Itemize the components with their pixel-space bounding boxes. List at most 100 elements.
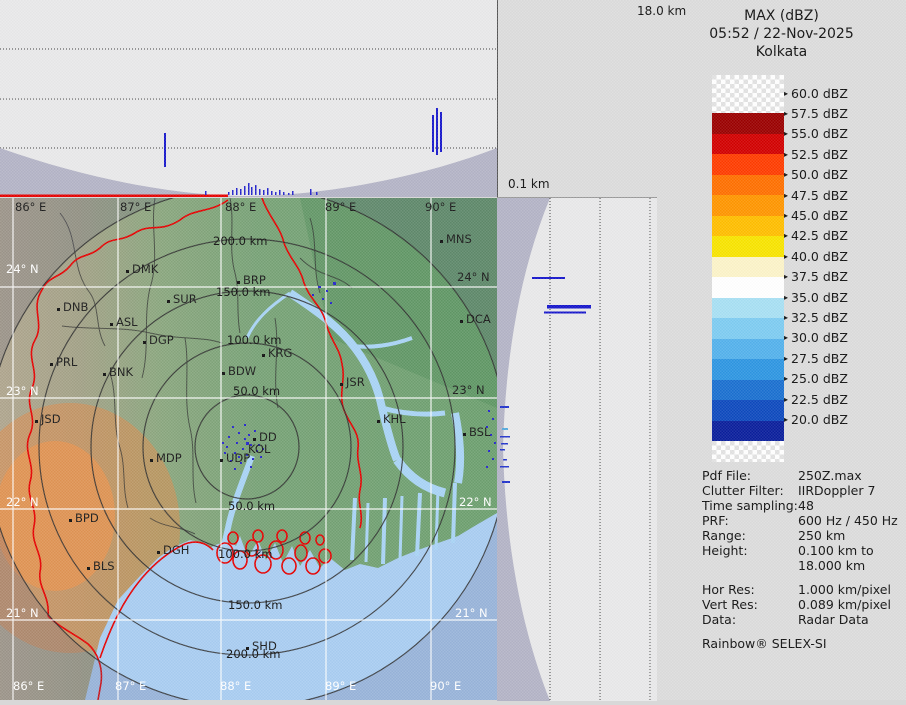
height-axis-min-label: 0.1 km bbox=[508, 177, 550, 191]
level-text: 52.5 dBZ bbox=[791, 147, 848, 162]
meta-row-vertres: Vert Res:0.089 km/pixel bbox=[702, 597, 902, 612]
legend-header: MAX (dBZ) 05:52 / 22-Nov-2025 Kolkata bbox=[657, 7, 906, 61]
radar-map bbox=[0, 198, 497, 700]
level-arrow-icon: ▸ bbox=[784, 109, 788, 118]
echo-profile-low bbox=[205, 183, 318, 195]
level-arrow-icon: ▸ bbox=[784, 89, 788, 98]
map-canvas bbox=[0, 198, 497, 700]
colorbar-band-13 bbox=[712, 380, 784, 401]
level-text: 50.0 dBZ bbox=[791, 167, 848, 182]
level-arrow-icon: ▸ bbox=[784, 354, 788, 363]
radar-product-screen: { "header": { "product": "MAX (dBZ)", "d… bbox=[0, 0, 906, 700]
level-arrow-icon: ▸ bbox=[784, 191, 788, 200]
colorbar-band-5 bbox=[712, 216, 784, 237]
meta-label: Time sampling: bbox=[702, 498, 798, 513]
legend-level-30.0-dBZ: ▸30.0 dBZ bbox=[784, 331, 848, 345]
software-brand: Rainbow® SELEX-SI bbox=[702, 636, 902, 651]
legend-level-60.0-dBZ: ▸60.0 dBZ bbox=[784, 86, 848, 100]
station-name: Kolkata bbox=[657, 43, 906, 61]
meta-label: Data: bbox=[702, 612, 798, 627]
meta-row-horres: Hor Res:1.000 km/pixel bbox=[702, 582, 902, 597]
meta-row-height: Height:0.100 km to 18.000 km bbox=[702, 543, 902, 573]
legend-level-22.5-dBZ: ▸22.5 dBZ bbox=[784, 392, 848, 406]
meta-value: 0.089 km/pixel bbox=[798, 597, 902, 612]
meta-value: 600 Hz / 450 Hz bbox=[798, 513, 902, 528]
legend-level-35.0-dBZ: ▸35.0 dBZ bbox=[784, 290, 848, 304]
legend-level-57.5-dBZ: ▸57.5 dBZ bbox=[784, 106, 848, 120]
level-arrow-icon: ▸ bbox=[784, 374, 788, 383]
meta-label: PRF: bbox=[702, 513, 798, 528]
level-text: 20.0 dBZ bbox=[791, 412, 848, 427]
meta-row-prf: PRF:600 Hz / 450 Hz bbox=[702, 513, 902, 528]
level-arrow-icon: ▸ bbox=[784, 252, 788, 261]
level-arrow-icon: ▸ bbox=[784, 333, 788, 342]
level-text: 40.0 dBZ bbox=[791, 249, 848, 264]
vertical-projection-top-panel bbox=[0, 0, 498, 197]
level-text: 57.5 dBZ bbox=[791, 106, 848, 121]
level-text: 35.0 dBZ bbox=[791, 290, 848, 305]
level-arrow-icon: ▸ bbox=[784, 272, 788, 281]
top-panel-canvas bbox=[0, 0, 497, 197]
legend-level-37.5-dBZ: ▸37.5 dBZ bbox=[784, 270, 848, 284]
colorbar-band-10 bbox=[712, 318, 784, 339]
colorbar-band-7 bbox=[712, 257, 784, 278]
product-title: MAX (dBZ) bbox=[657, 7, 906, 25]
colorbar-band-4 bbox=[712, 195, 784, 216]
meta-row-range: Range:250 km bbox=[702, 528, 902, 543]
meta-label: Vert Res: bbox=[702, 597, 798, 612]
legend-level-55.0-dBZ: ▸55.0 dBZ bbox=[784, 127, 848, 141]
meta-row-timesampling: Time sampling:48 bbox=[702, 498, 902, 513]
colorbar-band-6 bbox=[712, 236, 784, 257]
legend-level-52.5-dBZ: ▸52.5 dBZ bbox=[784, 147, 848, 161]
legend-level-40.0-dBZ: ▸40.0 dBZ bbox=[784, 249, 848, 263]
colorbar-band-14 bbox=[712, 400, 784, 421]
meta-value: 0.100 km to 18.000 km bbox=[798, 543, 902, 573]
level-arrow-icon: ▸ bbox=[784, 170, 788, 179]
colorbar-above-max-checker bbox=[712, 75, 784, 113]
meta-label: Range: bbox=[702, 528, 798, 543]
colorbar-band-2 bbox=[712, 154, 784, 175]
meta-value: 48 bbox=[798, 498, 902, 513]
legend-level-20.0-dBZ: ▸20.0 dBZ bbox=[784, 412, 848, 426]
level-text: 60.0 dBZ bbox=[791, 86, 848, 101]
colorbar-band-8 bbox=[712, 277, 784, 298]
reflectivity-colorbar bbox=[712, 75, 784, 462]
legend-level-45.0-dBZ: ▸45.0 dBZ bbox=[784, 208, 848, 222]
legend-level-50.0-dBZ: ▸50.0 dBZ bbox=[784, 168, 848, 182]
meta-value: 250Z.max bbox=[798, 468, 902, 483]
level-arrow-icon: ▸ bbox=[784, 150, 788, 159]
meta-value: 1.000 km/pixel bbox=[798, 582, 902, 597]
level-arrow-icon: ▸ bbox=[784, 129, 788, 138]
meta-label: Clutter Filter: bbox=[702, 483, 798, 498]
colorbar-band-3 bbox=[712, 175, 784, 196]
colorbar-band-0 bbox=[712, 113, 784, 134]
level-text: 47.5 dBZ bbox=[791, 188, 848, 203]
meta-row-pdffile: Pdf File:250Z.max bbox=[702, 468, 902, 483]
level-text: 32.5 dBZ bbox=[791, 310, 848, 325]
side-panel-canvas bbox=[497, 198, 657, 701]
meta-label: Hor Res: bbox=[702, 582, 798, 597]
top-map-border-red bbox=[0, 195, 228, 198]
level-text: 37.5 dBZ bbox=[791, 269, 848, 284]
meta-row-data: Data:Radar Data bbox=[702, 612, 902, 627]
colorbar-band-11 bbox=[712, 339, 784, 360]
meta-label: Height: bbox=[702, 543, 798, 573]
level-text: 27.5 dBZ bbox=[791, 351, 848, 366]
level-text: 45.0 dBZ bbox=[791, 208, 848, 223]
colorbar-below-min-checker bbox=[712, 441, 784, 462]
legend-level-25.0-dBZ: ▸25.0 dBZ bbox=[784, 372, 848, 386]
echo-columns bbox=[164, 108, 442, 167]
legend-level-32.5-dBZ: ▸32.5 dBZ bbox=[784, 310, 848, 324]
colorbar-band-12 bbox=[712, 359, 784, 380]
legend-level-27.5-dBZ: ▸27.5 dBZ bbox=[784, 351, 848, 365]
level-arrow-icon: ▸ bbox=[784, 293, 788, 302]
level-text: 25.0 dBZ bbox=[791, 371, 848, 386]
meta-value: IIRDoppler 7 bbox=[798, 483, 902, 498]
level-text: 42.5 dBZ bbox=[791, 228, 848, 243]
level-arrow-icon: ▸ bbox=[784, 415, 788, 424]
colorbar-band-9 bbox=[712, 298, 784, 319]
meta-label: Pdf File: bbox=[702, 468, 798, 483]
meta-value: Radar Data bbox=[798, 612, 902, 627]
legend-level-47.5-dBZ: ▸47.5 dBZ bbox=[784, 188, 848, 202]
level-arrow-icon: ▸ bbox=[784, 395, 788, 404]
